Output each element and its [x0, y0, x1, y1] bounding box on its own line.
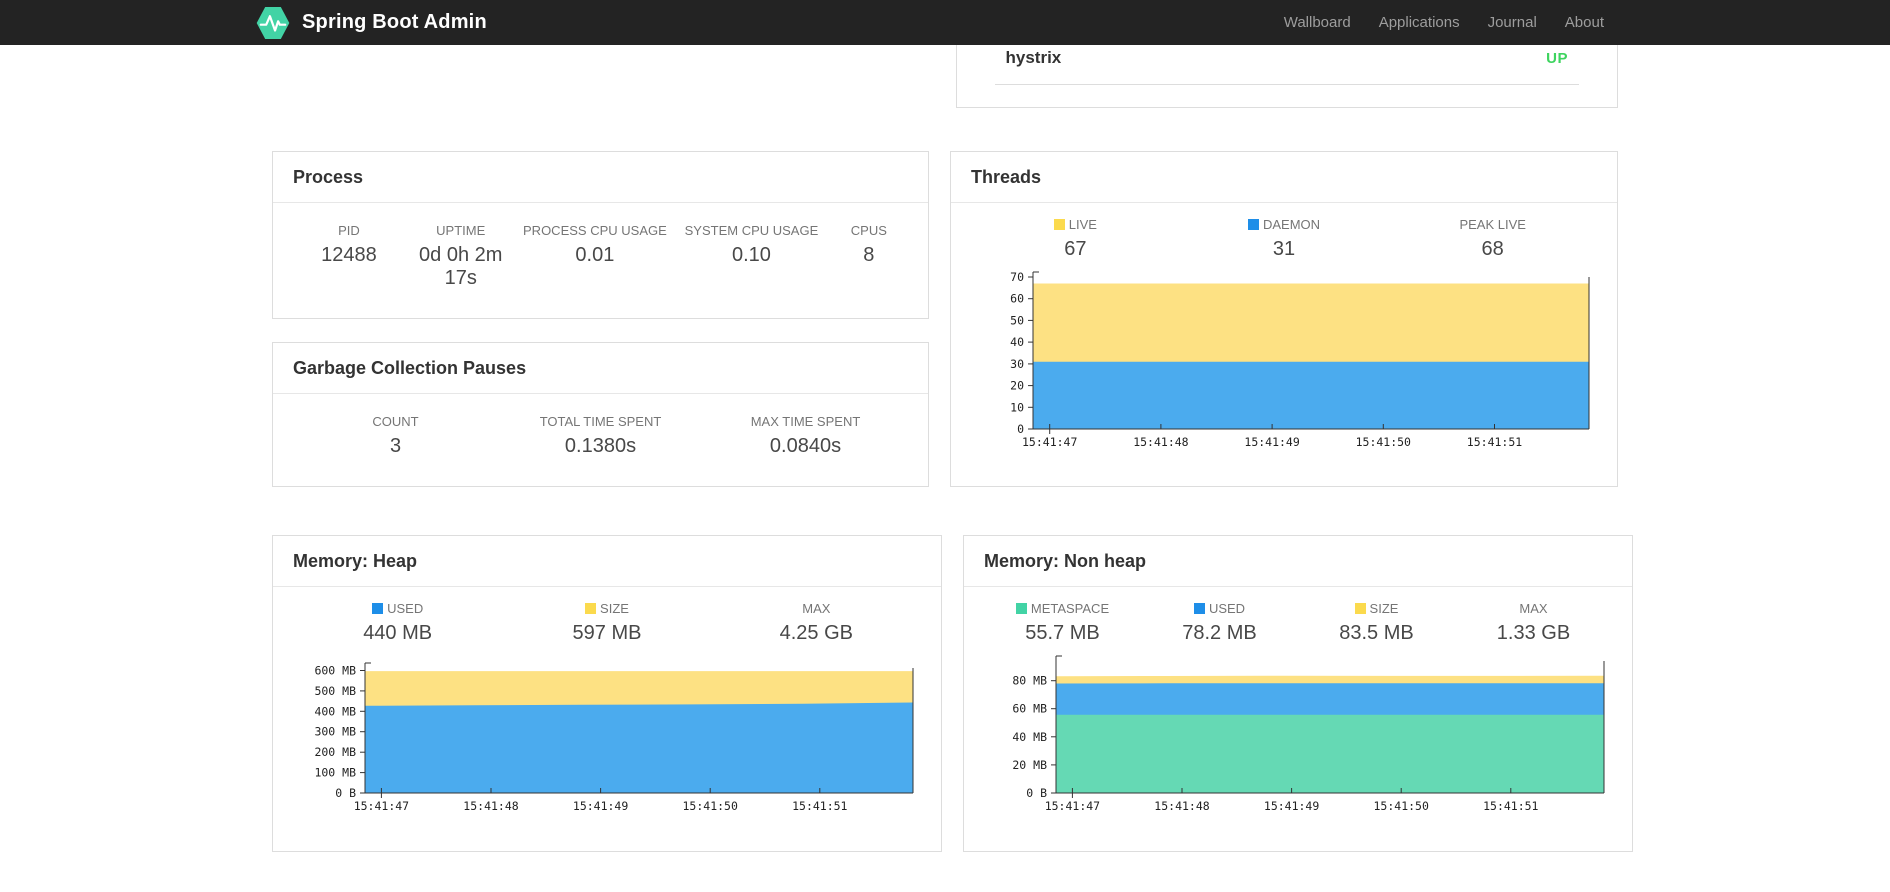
- svg-text:20: 20: [1010, 379, 1024, 393]
- card-title-gc: Garbage Collection Pauses: [293, 358, 527, 378]
- svg-text:15:41:50: 15:41:50: [683, 799, 738, 813]
- svg-text:15:41:48: 15:41:48: [1154, 799, 1209, 813]
- svg-text:80 MB: 80 MB: [1012, 674, 1047, 688]
- stat-uptime: UPTIME 0d 0h 2m 17s: [419, 223, 503, 289]
- brand[interactable]: Spring Boot Admin: [254, 6, 487, 40]
- gc-stats: COUNT 3 TOTAL TIME SPENT 0.1380s MAX TIM…: [293, 414, 908, 458]
- status-up-badge: UP: [1546, 49, 1568, 67]
- card-title-nonheap: Memory: Non heap: [984, 551, 1147, 571]
- svg-text:40 MB: 40 MB: [1012, 730, 1047, 744]
- stat-system-cpu-usage: SYSTEM CPU USAGE 0.10: [684, 223, 819, 266]
- svg-text:30: 30: [1010, 357, 1024, 371]
- navbar: Spring Boot Admin Wallboard Applications…: [0, 0, 1890, 45]
- svg-text:20 MB: 20 MB: [1012, 758, 1047, 772]
- card-title-threads: Threads: [971, 167, 1042, 187]
- svg-text:200 MB: 200 MB: [314, 745, 356, 759]
- stat-cpus: CPUS 8: [850, 223, 887, 266]
- live-swatch-icon: [1053, 219, 1065, 230]
- nav-link-about[interactable]: About: [1551, 2, 1618, 43]
- svg-text:15:41:51: 15:41:51: [792, 799, 847, 813]
- nonheap-stats: METASPACE 55.7 MB USED 78.2 MB SIZE 83.5…: [984, 601, 1612, 645]
- svg-text:0 B: 0 B: [335, 786, 356, 800]
- card-title-heap: Memory: Heap: [293, 551, 418, 571]
- svg-text:10: 10: [1010, 400, 1024, 414]
- process-stats: PID 12488 UPTIME 0d 0h 2m 17s PROCESS CP…: [293, 223, 908, 290]
- health-item-name: hystrix: [1005, 48, 1062, 67]
- svg-text:100 MB: 100 MB: [314, 766, 356, 780]
- daemon-swatch-icon: [1247, 219, 1259, 230]
- nav-link-journal[interactable]: Journal: [1474, 2, 1551, 43]
- stat-live: LIVE 67: [971, 217, 1180, 261]
- svg-text:60 MB: 60 MB: [1012, 702, 1047, 716]
- stat-pid: PID 12488: [321, 223, 377, 266]
- svg-text:50: 50: [1010, 313, 1024, 327]
- stat-metaspace: METASPACE 55.7 MB: [984, 601, 1141, 645]
- heap-stats: USED 440 MB SIZE 597 MB MAX 4.25 GB: [293, 601, 921, 645]
- stat-process-cpu-usage: PROCESS CPU USAGE 0.01: [523, 223, 667, 266]
- stat-count: COUNT 3: [372, 414, 419, 457]
- left-column: Process PID 12488 UPTIME 0d 0h 2m 17s PR…: [272, 151, 929, 487]
- stat-max: MAX 1.33 GB: [1496, 601, 1571, 644]
- svg-text:0 B: 0 B: [1026, 786, 1047, 800]
- threads-chart: 0 10 20 30 40 50 60 70 15:41:47 15:41:48 15:41:49 1…: [971, 269, 1597, 457]
- svg-text:15:41:48: 15:41:48: [1133, 435, 1188, 449]
- stat-total-time-spent: TOTAL TIME SPENT 0.1380s: [539, 414, 662, 457]
- size-swatch-icon: [585, 603, 597, 614]
- used-swatch-icon: [372, 603, 384, 614]
- svg-text:15:41:49: 15:41:49: [1244, 435, 1299, 449]
- svg-text:600 MB: 600 MB: [314, 664, 356, 678]
- svg-text:15:41:49: 15:41:49: [573, 799, 628, 813]
- svg-text:15:41:51: 15:41:51: [1467, 435, 1522, 449]
- nav-link-applications[interactable]: Applications: [1365, 2, 1474, 43]
- stat-used: USED 78.2 MB: [1182, 601, 1257, 644]
- svg-text:15:41:48: 15:41:48: [463, 799, 518, 813]
- pulse-hexagon-logo-icon: [256, 6, 290, 39]
- card-title-process: Process: [293, 167, 364, 187]
- app-title: Spring Boot Admin: [302, 11, 487, 33]
- svg-text:15:41:50: 15:41:50: [1374, 799, 1429, 813]
- svg-text:15:41:50: 15:41:50: [1356, 435, 1411, 449]
- svg-text:400 MB: 400 MB: [314, 704, 356, 718]
- gc-card: Garbage Collection Pauses COUNT 3 TOTAL …: [272, 342, 929, 487]
- used-swatch-icon: [1193, 603, 1205, 614]
- svg-text:15:41:51: 15:41:51: [1483, 799, 1538, 813]
- heap-chart: 0 B 100 MB 200 MB 300 MB 400 MB 500 MB 600 MB 1…: [293, 660, 921, 821]
- stat-used: USED 440 MB: [363, 601, 433, 644]
- nav-links: Wallboard Applications Journal About: [1270, 2, 1618, 43]
- stat-max: MAX 4.25 GB: [779, 601, 854, 644]
- svg-text:15:41:47: 15:41:47: [1022, 435, 1077, 449]
- stat-daemon: DAEMON 31: [1180, 217, 1389, 261]
- svg-text:40: 40: [1010, 335, 1024, 349]
- svg-text:500 MB: 500 MB: [314, 684, 356, 698]
- nonheap-chart: 0 B 20 MB 40 MB 60 MB 80 MB 15:41:47 15:41:48 1…: [984, 653, 1612, 821]
- heap-card: Memory: Heap USED 440 MB SIZE 597 MB MAX…: [272, 535, 942, 852]
- stat-peak-live: PEAK LIVE 68: [1459, 217, 1526, 260]
- stat-size: SIZE 83.5 MB: [1339, 601, 1414, 644]
- svg-text:15:41:49: 15:41:49: [1264, 799, 1319, 813]
- svg-text:60: 60: [1010, 292, 1024, 306]
- nonheap-card: Memory: Non heap METASPACE 55.7 MB USED …: [963, 535, 1633, 852]
- stat-size: SIZE 597 MB: [572, 601, 642, 644]
- svg-text:300 MB: 300 MB: [314, 725, 356, 739]
- metaspace-swatch-icon: [1015, 603, 1027, 614]
- threads-card: Threads LIVE 67 DAEMON 31 PEAK LIVE 68 0…: [950, 151, 1618, 487]
- stat-max-time-spent: MAX TIME SPENT 0.0840s: [750, 414, 861, 457]
- svg-text:15:41:47: 15:41:47: [354, 799, 409, 813]
- nav-link-wallboard[interactable]: Wallboard: [1270, 2, 1365, 43]
- svg-text:15:41:47: 15:41:47: [1045, 799, 1100, 813]
- size-swatch-icon: [1354, 603, 1366, 614]
- process-card: Process PID 12488 UPTIME 0d 0h 2m 17s PR…: [272, 151, 929, 319]
- threads-stats: LIVE 67 DAEMON 31 PEAK LIVE 68: [971, 217, 1597, 261]
- svg-text:70: 70: [1010, 270, 1024, 284]
- empty-left-column: [272, 45, 935, 108]
- svg-text:0: 0: [1017, 422, 1024, 436]
